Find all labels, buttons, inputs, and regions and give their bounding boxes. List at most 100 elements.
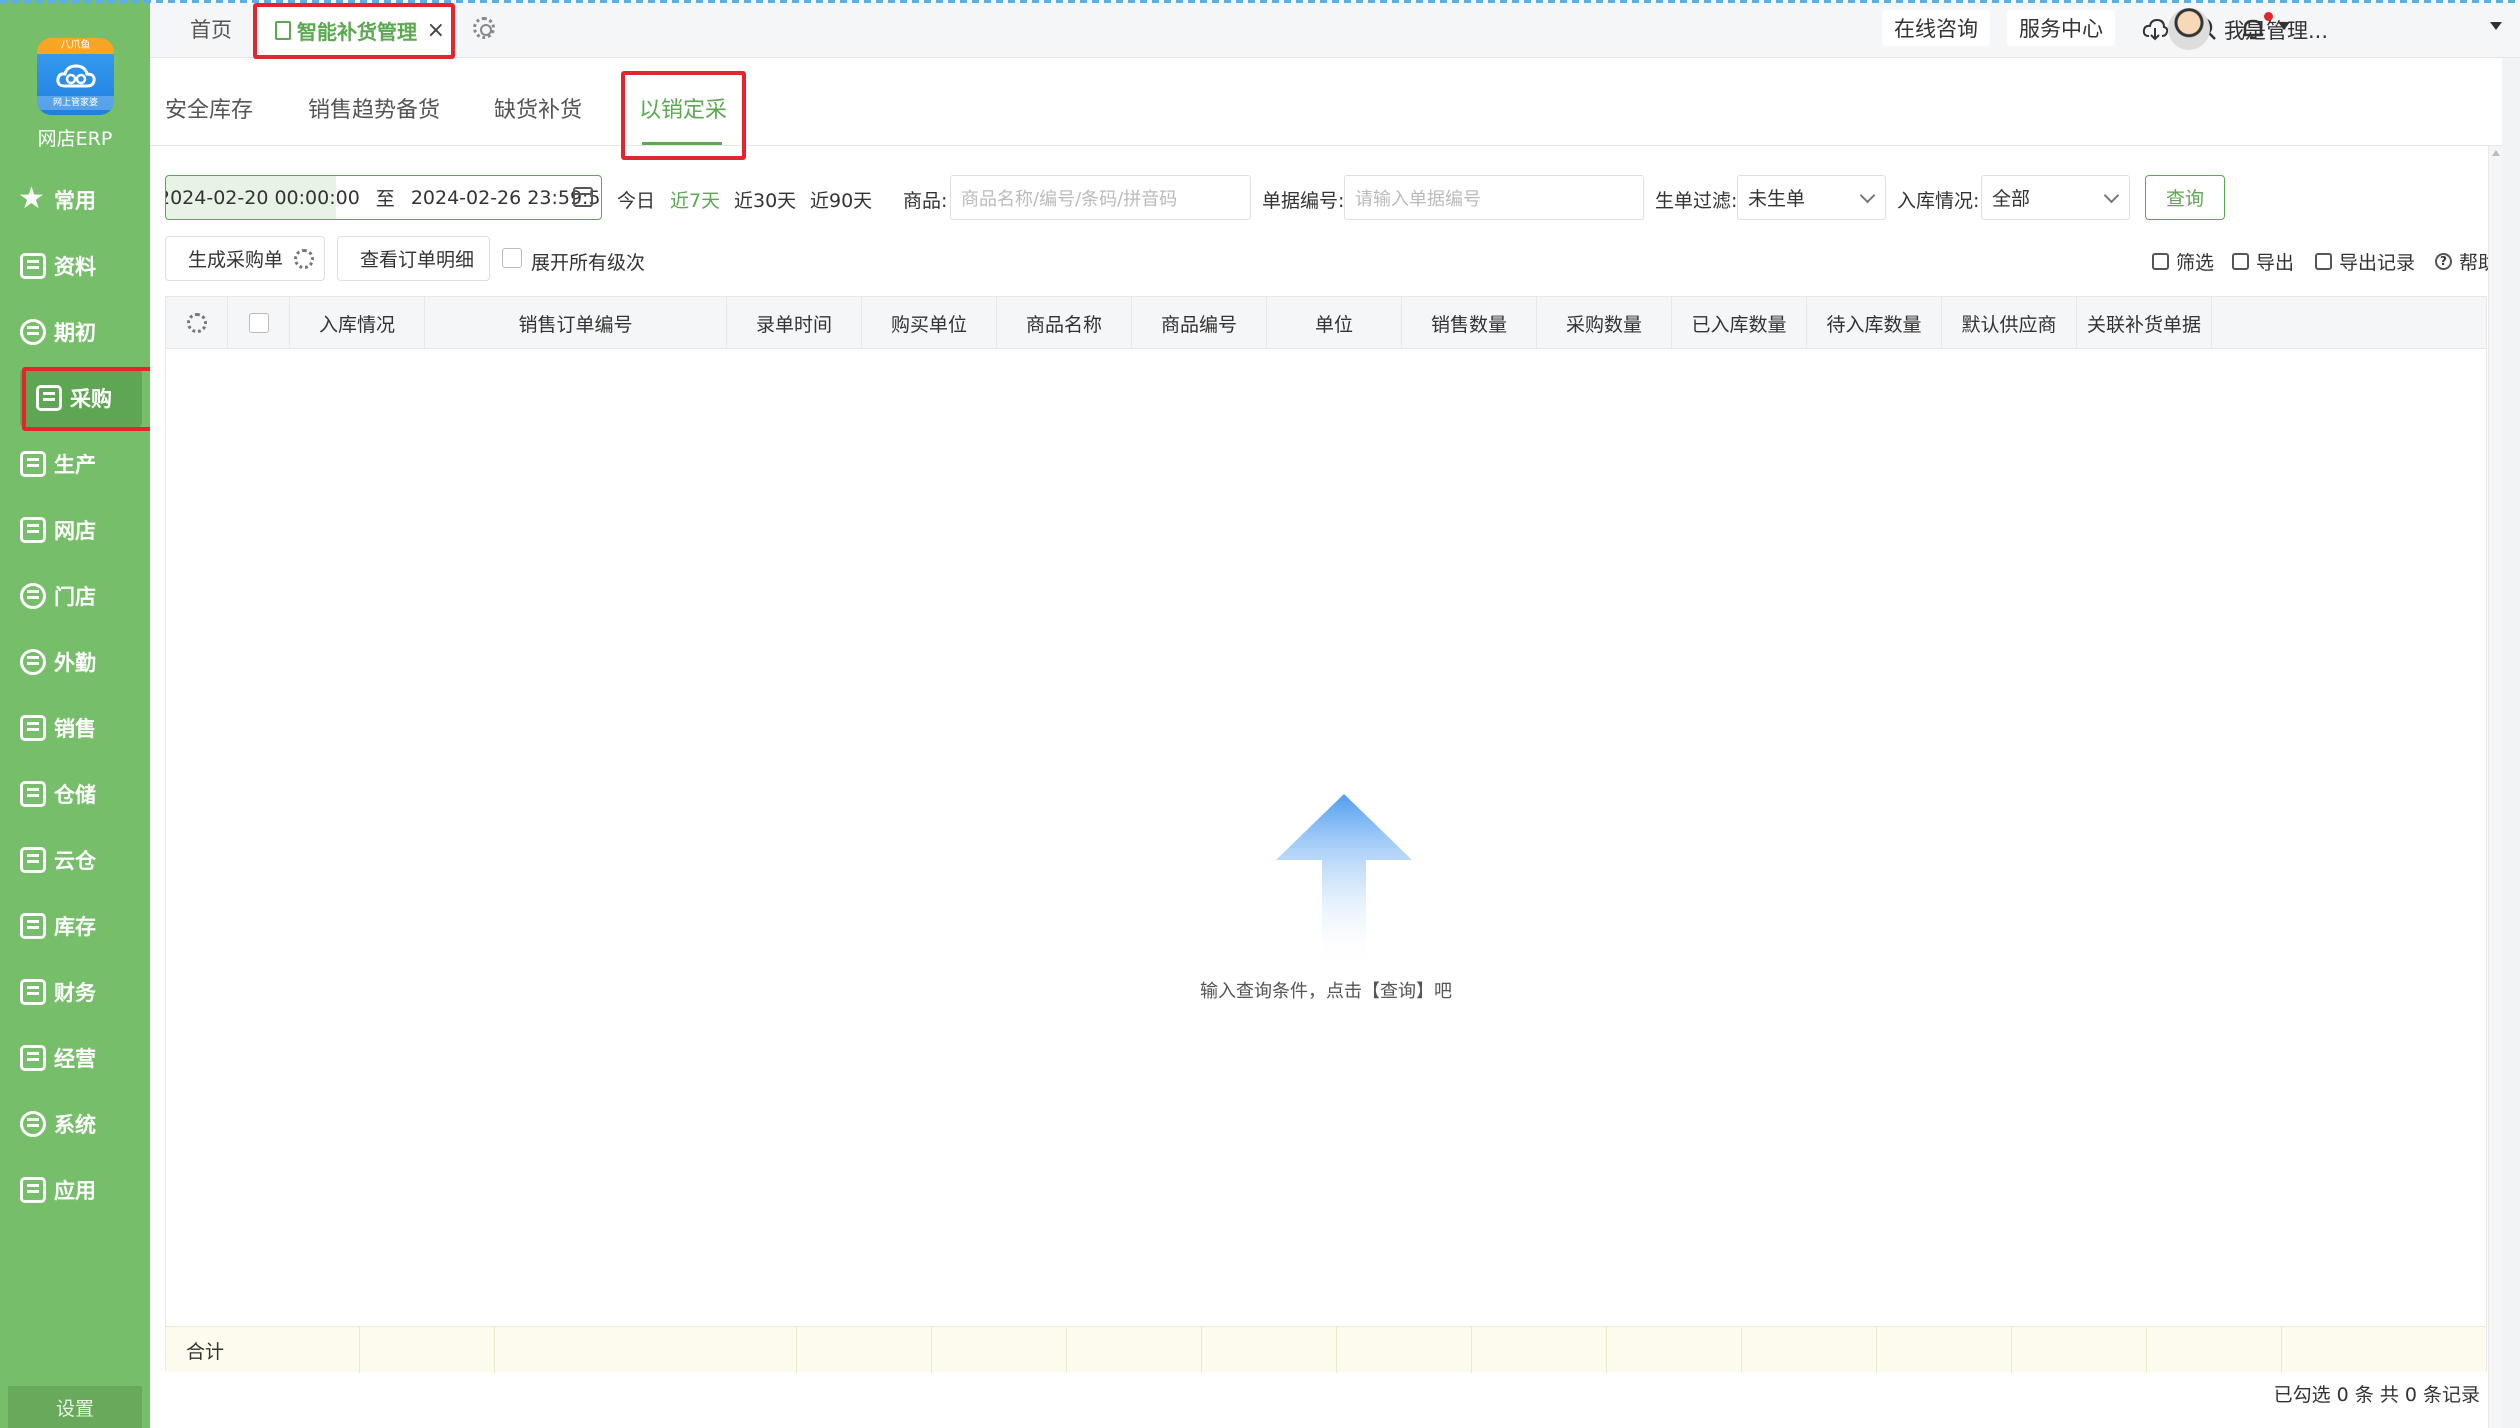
sidebar-item-label: 仓储 <box>54 783 96 807</box>
sidebar-item-label: 期初 <box>54 321 96 345</box>
column-header[interactable]: 商品名称 <box>997 297 1132 349</box>
logo-badge: 八爪鱼 <box>60 40 91 51</box>
product-input[interactable]: 商品名称/编号/条码/拼音码 <box>950 175 1251 220</box>
settings-button[interactable]: 设置 <box>8 1386 142 1428</box>
footer-cell <box>1877 1327 2012 1373</box>
sidebar-item-business[interactable]: 经营 <box>20 1030 150 1086</box>
column-header[interactable]: 购买单位 <box>862 297 997 349</box>
sidebar-item-apps[interactable]: 应用 <box>20 1162 150 1218</box>
sidebar-item-production[interactable]: 生产 <box>20 436 150 492</box>
sidebar-item-label: 库存 <box>54 915 96 939</box>
column-header[interactable]: 默认供应商 <box>1942 297 2077 349</box>
stock-in-label: 入库情况: <box>1897 190 1980 212</box>
export-records-label: 导出记录 <box>2339 252 2416 274</box>
tab-safety-stock[interactable]: 安全库存 <box>165 92 253 124</box>
sidebar-item-store[interactable]: 门店 <box>20 568 150 624</box>
sidebar-item-label: 财务 <box>54 981 96 1005</box>
column-header[interactable]: 已入库数量 <box>1672 297 1807 349</box>
sidebar-item-common[interactable]: 常用 <box>18 172 150 228</box>
finance-icon <box>20 979 46 1005</box>
column-header[interactable]: 商品编号 <box>1132 297 1267 349</box>
sidebar-item-shop[interactable]: 网店 <box>20 502 150 558</box>
sidebar-item-sales[interactable]: 销售 <box>20 700 150 756</box>
user-menu-chevron-icon[interactable] <box>2490 22 2502 30</box>
footer-cell <box>1607 1327 1742 1373</box>
service-center-button[interactable]: 服务中心 <box>2007 10 2115 46</box>
bill-number-label: 单据编号: <box>1262 190 1345 212</box>
chevron-down-icon <box>2103 187 2120 204</box>
footer-cell <box>1472 1327 1607 1373</box>
logo-text: 网店ERP <box>37 128 113 150</box>
query-button[interactable]: 查询 <box>2145 175 2225 220</box>
quick-today[interactable]: 今日 <box>617 186 655 213</box>
column-header[interactable]: 销售数量 <box>1402 297 1537 349</box>
gear-icon[interactable] <box>294 249 314 269</box>
select-all-checkbox[interactable] <box>248 313 269 333</box>
pie-icon <box>20 583 46 609</box>
vertical-scrollbar[interactable] <box>2488 146 2502 1428</box>
generate-purchase-button[interactable]: 生成采购单 <box>165 236 325 281</box>
column-header[interactable]: 关联补货单据 <box>2077 297 2212 349</box>
export-link[interactable]: 导出 <box>2232 248 2294 275</box>
sidebar-item-warehouse[interactable]: 仓储 <box>20 766 150 822</box>
logo-subtitle-bar: 网上管家婆 <box>37 96 114 110</box>
gear-icon[interactable] <box>186 313 207 333</box>
footer-cell <box>1202 1327 1337 1373</box>
expand-all-label[interactable]: 展开所有级次 <box>531 248 645 275</box>
sidebar-item-profile[interactable]: 资料 <box>20 238 150 294</box>
online-consult-button[interactable]: 在线咨询 <box>1882 10 1990 46</box>
column-header[interactable]: 采购数量 <box>1537 297 1672 349</box>
expand-all-checkbox[interactable] <box>502 248 522 268</box>
column-header[interactable]: 待入库数量 <box>1807 297 1942 349</box>
column-header[interactable]: 入库情况 <box>290 297 425 349</box>
sidebar-item-opening[interactable]: 期初 <box>20 304 150 360</box>
tab-home[interactable]: 首页 <box>190 14 232 44</box>
tab-sales-trend[interactable]: 销售趋势备货 <box>308 92 440 124</box>
gen-filter-select[interactable]: 未生单 <box>1737 175 1886 220</box>
highlight-box-subtab <box>621 71 746 160</box>
user-name[interactable]: 我是管理... <box>2224 15 2328 45</box>
cloud-download-icon[interactable] <box>2142 16 2168 42</box>
tab-settings-gear-icon[interactable] <box>473 17 495 39</box>
date-start: 2024-02-20 00:00:00 <box>165 186 360 209</box>
select-all-cell[interactable] <box>228 297 290 349</box>
quick-30-days[interactable]: 近30天 <box>734 186 796 213</box>
column-settings-cell[interactable] <box>166 297 228 349</box>
gen-filter-value: 未生单 <box>1748 188 1806 210</box>
quick-90-days[interactable]: 近90天 <box>810 186 872 213</box>
avatar[interactable] <box>2168 8 2210 50</box>
sidebar-item-label: 资料 <box>54 255 96 279</box>
table-footer: 合计 <box>166 1326 2486 1373</box>
date-range-picker[interactable]: 2024-02-20 00:00:00 至 2024-02-26 23:59:5… <box>165 175 602 220</box>
footer-total-label: 合计 <box>166 1327 360 1373</box>
main-panel: 安全库存 销售趋势备货 缺货补货 以销定采 2024-02-20 00:00:0… <box>150 58 2502 1428</box>
highlight-box-tab <box>253 3 455 59</box>
calendar-icon[interactable] <box>573 187 593 207</box>
sidebar-item-field[interactable]: 外勤 <box>20 634 150 690</box>
gen-filter-label: 生单过滤: <box>1655 190 1738 212</box>
sidebar-item-system[interactable]: 系统 <box>20 1096 150 1152</box>
column-header[interactable]: 单位 <box>1267 297 1402 349</box>
sidebar-item-cloud-warehouse[interactable]: 云仓 <box>20 832 150 888</box>
sidebar-item-finance[interactable]: 财务 <box>20 964 150 1020</box>
view-order-detail-button[interactable]: 查看订单明细 <box>337 236 490 281</box>
bill-number-input[interactable]: 请输入单据编号 <box>1344 175 1644 220</box>
production-icon <box>20 451 46 477</box>
sidebar: 八爪鱼 网上管家婆 网店ERP 常用 资料 期初 采购 生产 网店 门店 外勤 … <box>0 0 157 1428</box>
app-logo[interactable]: 八爪鱼 网上管家婆 <box>37 38 114 115</box>
quick-7-days[interactable]: 近7天 <box>670 186 720 213</box>
column-header[interactable]: 录单时间 <box>727 297 862 349</box>
footer-cell <box>1742 1327 1877 1373</box>
app-window: 八爪鱼 网上管家婆 网店ERP 常用 资料 期初 采购 生产 网店 门店 外勤 … <box>0 0 2520 1428</box>
sidebar-item-inventory[interactable]: 库存 <box>20 898 150 954</box>
filter-link[interactable]: 筛选 <box>2152 248 2214 275</box>
highlight-box-purchase <box>22 367 157 431</box>
column-header[interactable]: 销售订单编号 <box>425 297 727 349</box>
footer-cell <box>797 1327 932 1373</box>
cloud-warehouse-icon <box>20 847 46 873</box>
field-icon <box>20 649 46 675</box>
export-records-link[interactable]: 导出记录 <box>2315 248 2415 275</box>
footer-cell <box>495 1327 797 1373</box>
tab-shortage-replenish[interactable]: 缺货补货 <box>494 92 582 124</box>
stock-in-select[interactable]: 全部 <box>1981 175 2130 220</box>
